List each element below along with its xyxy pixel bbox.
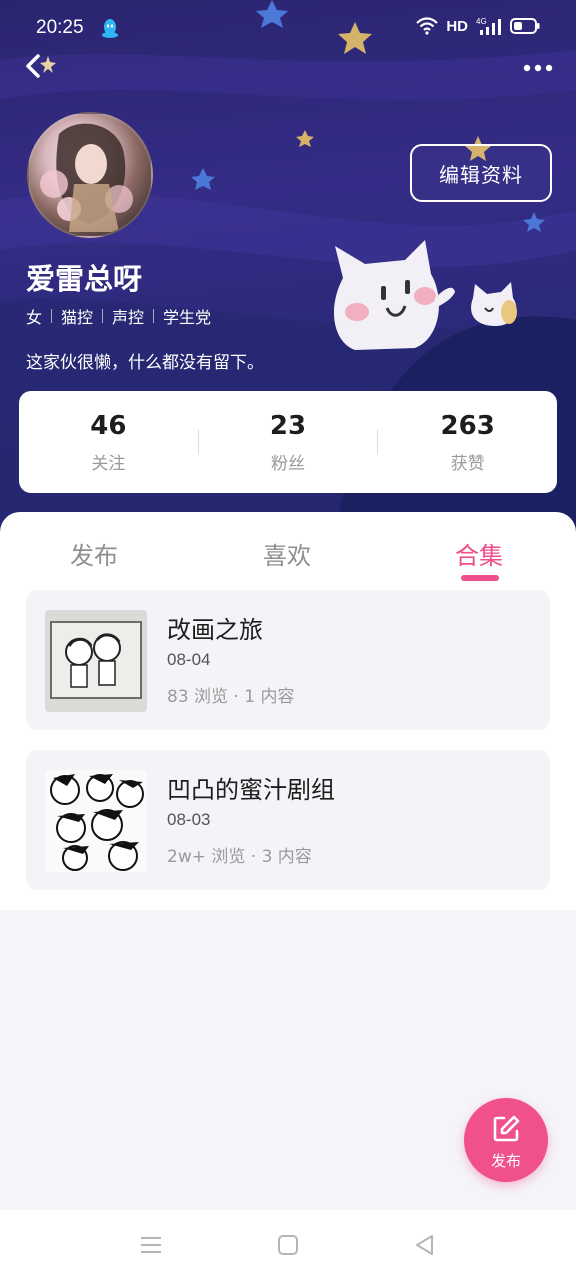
collection-meta: 2w+ 浏览 · 3 内容: [167, 847, 312, 867]
tag: 女: [26, 308, 43, 327]
stat-likes[interactable]: 263 获赞: [378, 411, 557, 474]
wifi-icon: [416, 17, 439, 35]
tag: 猫控: [61, 308, 94, 327]
collection-thumbnail: [45, 770, 147, 872]
stat-label: 关注: [91, 453, 126, 474]
tab-likes[interactable]: 喜欢: [263, 536, 311, 571]
collection-thumbnail: [45, 610, 147, 712]
avatar[interactable]: [27, 112, 153, 238]
collection-meta: 83 浏览 · 1 内容: [167, 687, 295, 707]
stats-card: 46 关注 23 粉丝 263 获赞: [19, 391, 557, 493]
collection-date: 08-03: [167, 810, 211, 829]
profile-bio: 这家伙很懒，什么都没有留下。: [26, 353, 264, 373]
home-icon[interactable]: [277, 1234, 299, 1256]
content-sheet: 发布 喜欢 合集 改画之旅 08-04 83 浏览 · 1 内容 凹凸的蜜汁剧组…: [0, 512, 576, 910]
tab-collections[interactable]: 合集: [455, 536, 503, 571]
qq-icon: [102, 19, 118, 38]
menu-icon[interactable]: [140, 1235, 162, 1255]
tab-bar: 发布 喜欢 合集: [0, 512, 576, 584]
collection-card[interactable]: 凹凸的蜜汁剧组 08-03 2w+ 浏览 · 3 内容: [26, 750, 550, 890]
back-icon[interactable]: [22, 50, 62, 84]
battery-icon: [510, 18, 540, 34]
tag: 声控: [112, 308, 145, 327]
status-bar: 20:25 HD 4G: [0, 0, 576, 56]
collection-date: 08-04: [167, 650, 211, 669]
svg-text:4G: 4G: [476, 17, 487, 26]
edit-icon: [493, 1115, 520, 1142]
username: 爱雷总呀: [26, 262, 143, 296]
stat-label: 获赞: [450, 453, 485, 474]
comic-thumbnail-image: [45, 610, 147, 712]
tag: 学生党: [163, 308, 212, 327]
back-nav-icon[interactable]: [413, 1233, 435, 1257]
stat-value: 23: [269, 410, 307, 441]
system-nav-bar: [0, 1210, 576, 1280]
tab-posts[interactable]: 发布: [70, 536, 118, 571]
collection-title: 凹凸的蜜汁剧组: [167, 776, 335, 804]
collection-title: 改画之旅: [167, 616, 263, 644]
tag-divider: [51, 309, 53, 323]
mascot-illustration: [333, 240, 517, 350]
more-options-icon[interactable]: [518, 56, 558, 80]
manga-thumbnail-image: [45, 770, 147, 872]
stat-followers[interactable]: 23 粉丝: [199, 411, 378, 474]
edit-profile-button[interactable]: 编辑资料: [410, 144, 552, 202]
publish-fab[interactable]: 发布: [464, 1098, 548, 1182]
signal-icon: 4G: [476, 17, 501, 35]
active-tab-indicator: [461, 575, 499, 581]
stat-value: 263: [440, 410, 495, 441]
network-hd-label: HD: [446, 17, 468, 35]
fab-label: 发布: [490, 1152, 521, 1170]
tag-divider: [102, 309, 104, 323]
stat-value: 46: [90, 410, 127, 441]
avatar-illustration: [40, 123, 133, 232]
stat-following[interactable]: 46 关注: [19, 411, 198, 474]
stat-label: 粉丝: [271, 453, 305, 474]
status-time: 20:25: [36, 17, 84, 38]
collection-card[interactable]: 改画之旅 08-04 83 浏览 · 1 内容: [26, 590, 550, 730]
profile-tags: 女 猫控 声控 学生党: [26, 304, 211, 328]
tag-divider: [153, 309, 155, 323]
